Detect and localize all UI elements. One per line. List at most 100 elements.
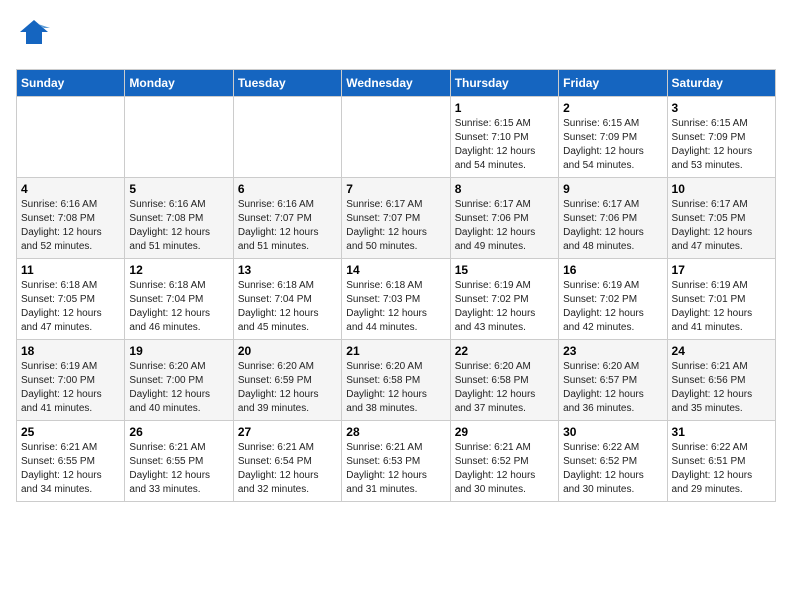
day-number: 30: [563, 425, 662, 439]
day-number: 28: [346, 425, 445, 439]
calendar-cell: 29 Sunrise: 6:21 AMSunset: 6:52 PMDayligh…: [450, 421, 558, 502]
calendar-cell: 7Sunrise: 6:17 AMSunset: 7:07 PMDaylight…: [342, 178, 450, 259]
calendar-cell: 5 Sunrise: 6:16 AMSunset: 7:08 PMDaylight…: [125, 178, 233, 259]
day-number: 17: [672, 263, 771, 277]
day-number: 12: [129, 263, 228, 277]
calendar-cell: 26 Sunrise: 6:21 AMSunset: 6:55 PMDayligh…: [125, 421, 233, 502]
day-info: Sunrise: 6:20 AMSunset: 6:57 PMDaylight:…: [563, 360, 662, 416]
day-info: Sunrise: 6:20 AMSunset: 6:59 PMDaylight:…: [238, 360, 337, 416]
day-info: Sunrise: 6:20 AMSunset: 6:58 PMDaylight:…: [455, 360, 554, 416]
calendar-cell: 4 Sunrise: 6:16 AMSunset: 7:08 PMDaylight…: [17, 178, 125, 259]
calendar-cell: [17, 97, 125, 178]
calendar-cell: 12 Sunrise: 6:18 AMSunset: 7:04 PMDayligh…: [125, 259, 233, 340]
day-number: 24: [672, 344, 771, 358]
day-number: 10: [672, 182, 771, 196]
calendar-cell: 9 Sunrise: 6:17 AMSunset: 7:06 PMDaylight…: [559, 178, 667, 259]
day-info: Sunrise: 6:20 AMSunset: 7:00 PMDaylight:…: [129, 360, 228, 416]
calendar-cell: 28 Sunrise: 6:21 AMSunset: 6:53 PMDayligh…: [342, 421, 450, 502]
day-info: Sunrise: 6:16 AMSunset: 7:08 PMDaylight:…: [129, 198, 228, 254]
weekday-header: Saturday: [667, 70, 775, 97]
day-number: 8: [455, 182, 554, 196]
day-number: 6: [238, 182, 337, 196]
calendar-cell: 30 Sunrise: 6:22 AMSunset: 6:52 PMDayligh…: [559, 421, 667, 502]
calendar-cell: 14Sunrise: 6:18 AMSunset: 7:03 PMDayligh…: [342, 259, 450, 340]
calendar-cell: 13 Sunrise: 6:18 AMSunset: 7:04 PMDayligh…: [233, 259, 341, 340]
day-info: Sunrise: 6:22 AMSunset: 6:51 PMDaylight:…: [672, 441, 771, 497]
day-number: 15: [455, 263, 554, 277]
day-number: 26: [129, 425, 228, 439]
weekday-header: Tuesday: [233, 70, 341, 97]
calendar-cell: 25Sunrise: 6:21 AMSunset: 6:55 PMDayligh…: [17, 421, 125, 502]
day-info: Sunrise: 6:15 AMSunset: 7:09 PMDaylight:…: [563, 117, 662, 173]
calendar-cell: 31Sunrise: 6:22 AMSunset: 6:51 PMDayligh…: [667, 421, 775, 502]
calendar-cell: 3 Sunrise: 6:15 AMSunset: 7:09 PMDaylight…: [667, 97, 775, 178]
calendar-week-row: 18 Sunrise: 6:19 AMSunset: 7:00 PMDayligh…: [17, 340, 776, 421]
calendar-cell: 1 Sunrise: 6:15 AMSunset: 7:10 PMDaylight…: [450, 97, 558, 178]
logo-icon: [16, 16, 52, 52]
day-number: 14: [346, 263, 445, 277]
day-number: 13: [238, 263, 337, 277]
day-info: Sunrise: 6:21 AMSunset: 6:54 PMDaylight:…: [238, 441, 337, 497]
calendar-week-row: 4 Sunrise: 6:16 AMSunset: 7:08 PMDaylight…: [17, 178, 776, 259]
day-info: Sunrise: 6:15 AMSunset: 7:10 PMDaylight:…: [455, 117, 554, 173]
calendar-cell: 11 Sunrise: 6:18 AMSunset: 7:05 PMDayligh…: [17, 259, 125, 340]
logo: [16, 16, 56, 57]
calendar-cell: 27 Sunrise: 6:21 AMSunset: 6:54 PMDayligh…: [233, 421, 341, 502]
day-number: 3: [672, 101, 771, 115]
calendar-cell: [342, 97, 450, 178]
weekday-header: Wednesday: [342, 70, 450, 97]
day-number: 5: [129, 182, 228, 196]
calendar-cell: 8Sunrise: 6:17 AMSunset: 7:06 PMDaylight…: [450, 178, 558, 259]
day-info: Sunrise: 6:15 AMSunset: 7:09 PMDaylight:…: [672, 117, 771, 173]
day-info: Sunrise: 6:21 AMSunset: 6:56 PMDaylight:…: [672, 360, 771, 416]
calendar-cell: 18 Sunrise: 6:19 AMSunset: 7:00 PMDayligh…: [17, 340, 125, 421]
day-info: Sunrise: 6:17 AMSunset: 7:05 PMDaylight:…: [672, 198, 771, 254]
day-number: 27: [238, 425, 337, 439]
day-info: Sunrise: 6:22 AMSunset: 6:52 PMDaylight:…: [563, 441, 662, 497]
day-info: Sunrise: 6:16 AMSunset: 7:08 PMDaylight:…: [21, 198, 120, 254]
day-info: Sunrise: 6:19 AMSunset: 7:00 PMDaylight:…: [21, 360, 120, 416]
day-number: 7: [346, 182, 445, 196]
day-number: 18: [21, 344, 120, 358]
day-info: Sunrise: 6:19 AMSunset: 7:02 PMDaylight:…: [455, 279, 554, 335]
day-info: Sunrise: 6:16 AMSunset: 7:07 PMDaylight:…: [238, 198, 337, 254]
day-number: 11: [21, 263, 120, 277]
page-header: [16, 16, 776, 57]
day-number: 29: [455, 425, 554, 439]
day-number: 21: [346, 344, 445, 358]
day-number: 9: [563, 182, 662, 196]
day-info: Sunrise: 6:18 AMSunset: 7:05 PMDaylight:…: [21, 279, 120, 335]
calendar-cell: 15 Sunrise: 6:19 AMSunset: 7:02 PMDayligh…: [450, 259, 558, 340]
day-info: Sunrise: 6:19 AMSunset: 7:01 PMDaylight:…: [672, 279, 771, 335]
calendar-cell: 24 Sunrise: 6:21 AMSunset: 6:56 PMDayligh…: [667, 340, 775, 421]
calendar-week-row: 1 Sunrise: 6:15 AMSunset: 7:10 PMDaylight…: [17, 97, 776, 178]
calendar-cell: [233, 97, 341, 178]
weekday-header: Monday: [125, 70, 233, 97]
day-info: Sunrise: 6:21 AMSunset: 6:55 PMDaylight:…: [129, 441, 228, 497]
day-number: 1: [455, 101, 554, 115]
calendar-cell: 10 Sunrise: 6:17 AMSunset: 7:05 PMDayligh…: [667, 178, 775, 259]
calendar-week-row: 11 Sunrise: 6:18 AMSunset: 7:05 PMDayligh…: [17, 259, 776, 340]
day-info: Sunrise: 6:21 AMSunset: 6:53 PMDaylight:…: [346, 441, 445, 497]
day-info: Sunrise: 6:18 AMSunset: 7:04 PMDaylight:…: [129, 279, 228, 335]
day-info: Sunrise: 6:17 AMSunset: 7:06 PMDaylight:…: [563, 198, 662, 254]
weekday-header: Friday: [559, 70, 667, 97]
calendar-header-row: SundayMondayTuesdayWednesdayThursdayFrid…: [17, 70, 776, 97]
day-info: Sunrise: 6:18 AMSunset: 7:04 PMDaylight:…: [238, 279, 337, 335]
weekday-header: Thursday: [450, 70, 558, 97]
day-info: Sunrise: 6:20 AMSunset: 6:58 PMDaylight:…: [346, 360, 445, 416]
calendar-cell: [125, 97, 233, 178]
weekday-header: Sunday: [17, 70, 125, 97]
calendar-cell: 17 Sunrise: 6:19 AMSunset: 7:01 PMDayligh…: [667, 259, 775, 340]
calendar-cell: 6 Sunrise: 6:16 AMSunset: 7:07 PMDaylight…: [233, 178, 341, 259]
calendar-cell: 19Sunrise: 6:20 AMSunset: 7:00 PMDayligh…: [125, 340, 233, 421]
day-number: 4: [21, 182, 120, 196]
calendar-cell: 2Sunrise: 6:15 AMSunset: 7:09 PMDaylight…: [559, 97, 667, 178]
calendar-cell: 22Sunrise: 6:20 AMSunset: 6:58 PMDayligh…: [450, 340, 558, 421]
day-number: 23: [563, 344, 662, 358]
calendar-cell: 20 Sunrise: 6:20 AMSunset: 6:59 PMDayligh…: [233, 340, 341, 421]
calendar-week-row: 25Sunrise: 6:21 AMSunset: 6:55 PMDayligh…: [17, 421, 776, 502]
day-number: 20: [238, 344, 337, 358]
calendar-cell: 23 Sunrise: 6:20 AMSunset: 6:57 PMDayligh…: [559, 340, 667, 421]
day-info: Sunrise: 6:21 AMSunset: 6:52 PMDaylight:…: [455, 441, 554, 497]
